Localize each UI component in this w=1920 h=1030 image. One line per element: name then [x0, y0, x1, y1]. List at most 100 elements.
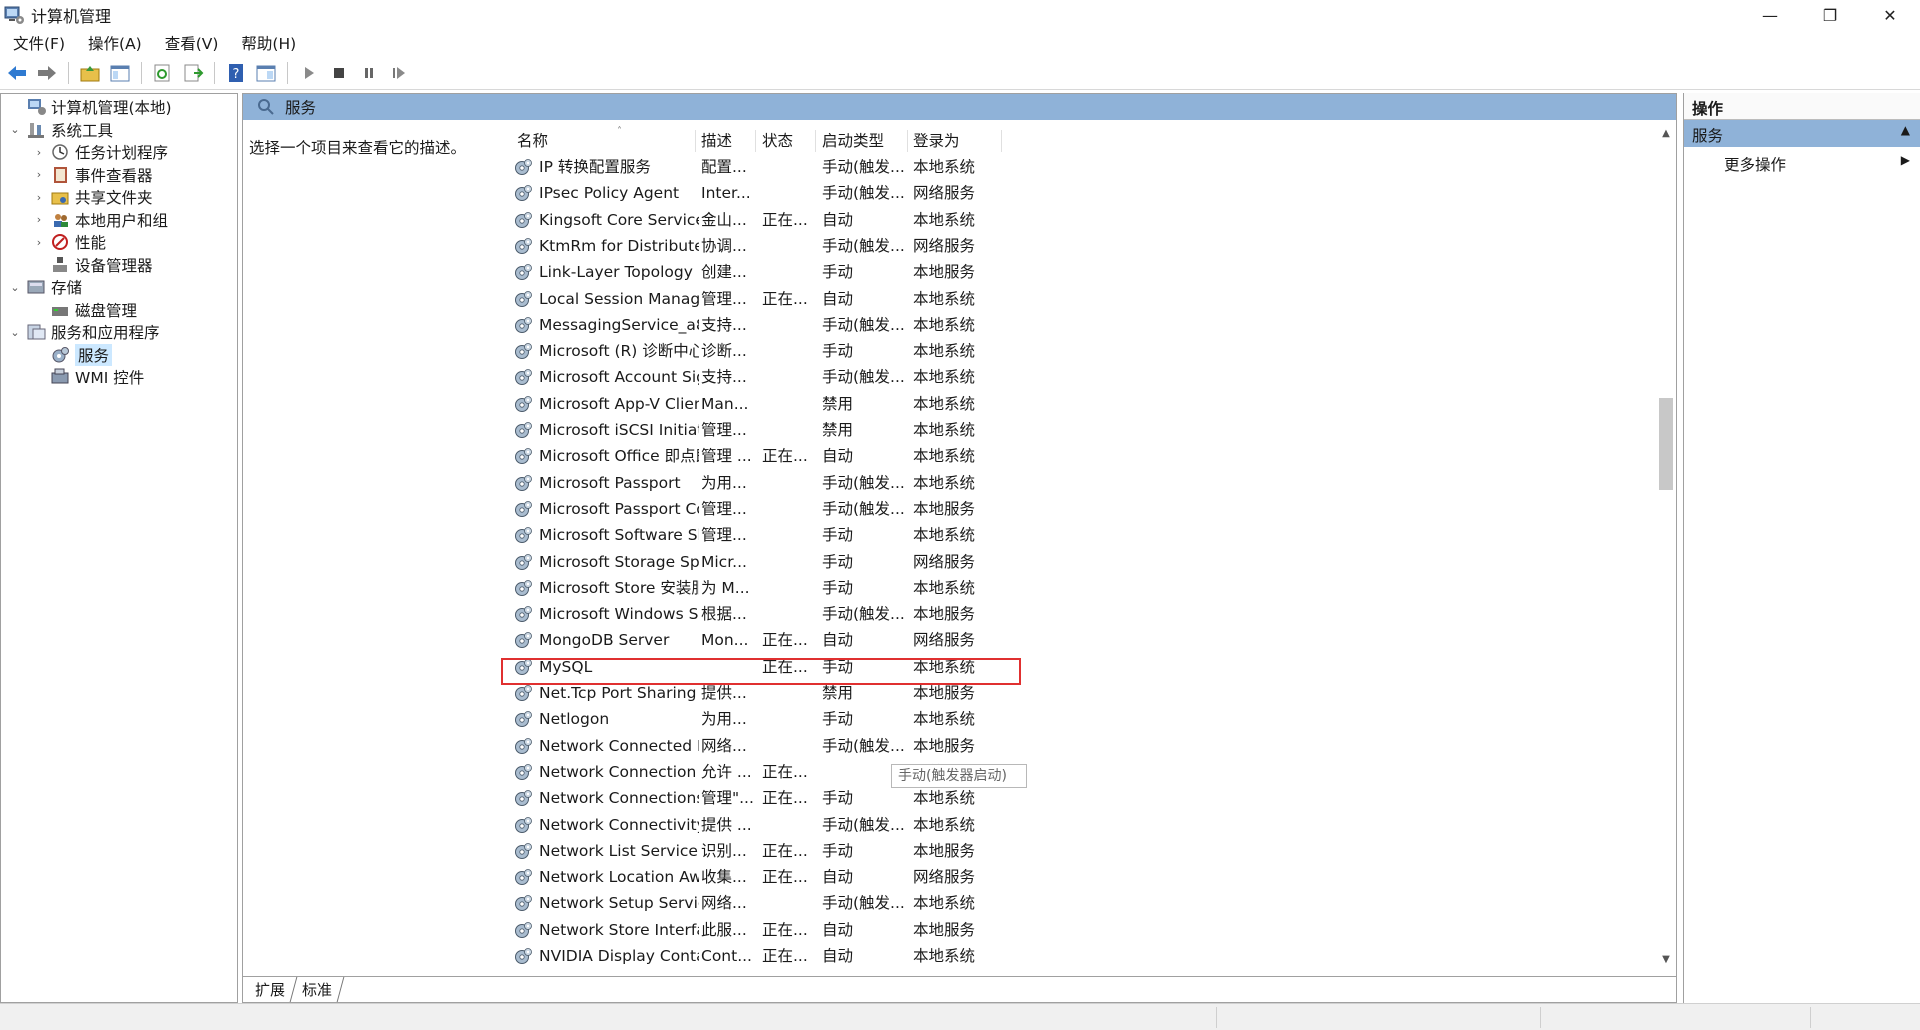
tree-item[interactable]: ⌄ 系统工具 [7, 119, 113, 141]
forward-icon[interactable] [34, 60, 60, 86]
table-row[interactable]: Microsoft Windows SMS 路...根据... 手动(触发... 本… [511, 601, 1271, 627]
scrollbar-thumb[interactable] [1659, 398, 1673, 490]
table-row[interactable]: KtmRm for Distributed Tra...协调... 手动(触发..… [511, 233, 1271, 259]
refresh-icon[interactable] [150, 60, 176, 86]
service-name: Network Connectivity Assis... [539, 815, 699, 834]
table-row[interactable]: Microsoft Passport Container管理... 手动(触发..… [511, 496, 1271, 522]
tree-item[interactable]: ⌄ 服务和应用程序 [7, 321, 159, 343]
help-icon[interactable]: ? [223, 60, 249, 86]
service-gear-icon [513, 184, 533, 202]
export-list-icon[interactable] [180, 60, 206, 86]
service-startup-type: 自动 [822, 447, 854, 466]
table-row[interactable]: Network List Service 识别... 正在... 手动 本地服务 [511, 838, 1271, 864]
table-row[interactable]: Link-Layer Topology Disco...创建... 手动 本地服务 [511, 259, 1271, 285]
service-logon-as: 本地系统 [913, 710, 976, 729]
tree-item[interactable]: WMI 控件 [31, 366, 144, 388]
column-header-name[interactable]: 名称 ˄ [517, 126, 697, 152]
properties-pane-icon[interactable] [253, 60, 279, 86]
table-row[interactable]: Network Connections 管理"... 正在... 手动 本地系统 [511, 785, 1271, 811]
collapsed-chevron-icon[interactable]: › [31, 168, 47, 181]
table-row[interactable]: Kingsoft Core Service 金山... 正在... 自动 本地系统 [511, 207, 1271, 233]
menu-action[interactable]: 操作(A) [75, 32, 152, 54]
column-divider[interactable] [907, 130, 908, 152]
table-row[interactable]: IP 转换配置服务 配置... 手动(触发... 本地系统 [511, 154, 1271, 180]
table-row[interactable]: Microsoft Software Shado...管理... 手动 本地系统 [511, 522, 1271, 548]
close-button[interactable]: ✕ [1860, 0, 1920, 30]
table-row[interactable]: Microsoft Store 安装服务为 M... 手动 本地系统 [511, 575, 1271, 601]
service-startup-type: 手动(触发... [822, 473, 905, 492]
service-logon-as: 网络服务 [913, 631, 976, 650]
table-row[interactable]: Network Setup Service 网络... 手动(触发... 本地系统 [511, 890, 1271, 916]
collapse-up-icon[interactable]: ▲ [1901, 123, 1910, 137]
scroll-up-icon[interactable]: ▲ [1659, 128, 1673, 142]
vertical-scrollbar[interactable]: ▲ ▼ [1656, 128, 1676, 970]
column-header-startup-type[interactable]: 启动类型 [822, 128, 908, 152]
table-row[interactable]: Local Session Manager 管理... 正在... 自动 本地系统 [511, 286, 1271, 312]
table-row[interactable]: Netlogon 为用... 手动 本地系统 [511, 706, 1271, 732]
start-service-icon[interactable] [296, 60, 322, 86]
service-gear-icon [513, 263, 533, 281]
table-row[interactable]: Network Location Awarene...收集... 正在... 自动 网… [511, 864, 1271, 890]
menu-file[interactable]: 文件(F) [0, 32, 75, 54]
minimize-button[interactable]: — [1740, 0, 1800, 30]
restart-service-icon[interactable] [386, 60, 412, 86]
menu-help[interactable]: 帮助(H) [228, 32, 306, 54]
column-header-log-on-as[interactable]: 登录为 [913, 128, 993, 152]
column-header-description[interactable]: 描述 [701, 128, 759, 152]
collapsed-chevron-icon[interactable]: › [31, 191, 47, 204]
tree-item[interactable]: 设备管理器 [31, 254, 153, 276]
expanded-chevron-icon[interactable]: ⌄ [7, 281, 23, 294]
tree-item[interactable]: ⌄ 存储 [7, 276, 82, 298]
service-startup-type: 手动(触发... [822, 605, 905, 624]
search-icon [258, 99, 274, 115]
table-row[interactable]: NVIDIA Display Container LSCont... 正在... 自… [511, 943, 1271, 969]
service-logon-as: 网络服务 [913, 236, 976, 255]
table-row[interactable]: Microsoft App-V Client Man... 禁用 本地系统 [511, 391, 1271, 417]
tree-item[interactable]: › 本地用户和组 [31, 209, 168, 231]
tree-item[interactable]: › 事件查看器 [31, 164, 153, 186]
pause-service-icon[interactable] [356, 60, 382, 86]
table-row[interactable]: Microsoft Account Sign-in ...支持... 手动(触发.… [511, 364, 1271, 390]
expanded-chevron-icon[interactable]: ⌄ [7, 123, 23, 136]
column-header-status[interactable]: 状态 [762, 128, 817, 152]
table-row[interactable]: Microsoft (R) 诊断中心标准...诊断... 手动 本地系统 [511, 338, 1271, 364]
service-name: Microsoft App-V Client [539, 394, 699, 413]
column-divider[interactable] [815, 130, 816, 152]
up-folder-icon[interactable] [77, 60, 103, 86]
column-divider[interactable] [755, 130, 756, 152]
tree-item[interactable]: › 性能 [31, 231, 106, 253]
table-row[interactable]: MongoDB Server Mon... 正在... 自动 网络服务 [511, 627, 1271, 653]
show-hide-tree-icon[interactable] [107, 60, 133, 86]
actions-section-services[interactable]: 服务 ▲ [1684, 120, 1920, 147]
tree-item[interactable]: › 共享文件夹 [31, 186, 153, 208]
collapsed-chevron-icon[interactable]: › [31, 146, 47, 159]
table-row[interactable]: Network Connectivity Assis...提供 ... 手动(触发… [511, 812, 1271, 838]
column-divider[interactable] [695, 130, 696, 152]
table-row[interactable]: MessagingService_a887a支持... 手动(触发... 本地系统 [511, 312, 1271, 338]
tree-item[interactable]: 服务 [31, 343, 113, 366]
table-row[interactable]: Microsoft Storage Spaces S...Micr... 手动 网络… [511, 549, 1271, 575]
scroll-down-icon[interactable]: ▼ [1659, 954, 1673, 968]
tree-item[interactable]: 磁盘管理 [31, 299, 137, 321]
menu-view[interactable]: 查看(V) [152, 32, 229, 54]
service-status [762, 259, 812, 285]
column-divider[interactable] [1001, 130, 1002, 152]
back-icon[interactable] [4, 60, 30, 86]
table-row[interactable]: Network Connected Devic...网络... 手动(触发... 本… [511, 733, 1271, 759]
status-divider [1540, 1007, 1541, 1028]
stop-service-icon[interactable] [326, 60, 352, 86]
collapsed-chevron-icon[interactable]: › [31, 213, 47, 226]
table-row[interactable]: IPsec Policy Agent Inter... 手动(触发... 网络服务 [511, 180, 1271, 206]
table-row[interactable]: Microsoft Passport 为用... 手动(触发... 本地系统 [511, 470, 1271, 496]
table-row[interactable]: Microsoft Office 即点即用...管理 ... 正在... 自动 本地系… [511, 443, 1271, 469]
more-actions-item[interactable]: 更多操作 ▶ [1684, 147, 1920, 175]
tree-item[interactable]: › 任务计划程序 [31, 141, 168, 163]
expanded-chevron-icon[interactable]: ⌄ [7, 326, 23, 339]
maximize-button[interactable]: ❐ [1800, 0, 1860, 30]
table-row[interactable]: Microsoft iSCSI Initiator Ser...管理... 禁用 本… [511, 417, 1271, 443]
table-row[interactable]: Network Store Interface Se...此服... 正在... 自… [511, 917, 1271, 943]
tab-standard[interactable]: 标准 [292, 977, 345, 1002]
collapsed-chevron-icon[interactable]: › [31, 236, 47, 249]
tree-item[interactable]: 计算机管理(本地) [7, 96, 172, 118]
tab-extended[interactable]: 扩展 [245, 977, 298, 1002]
